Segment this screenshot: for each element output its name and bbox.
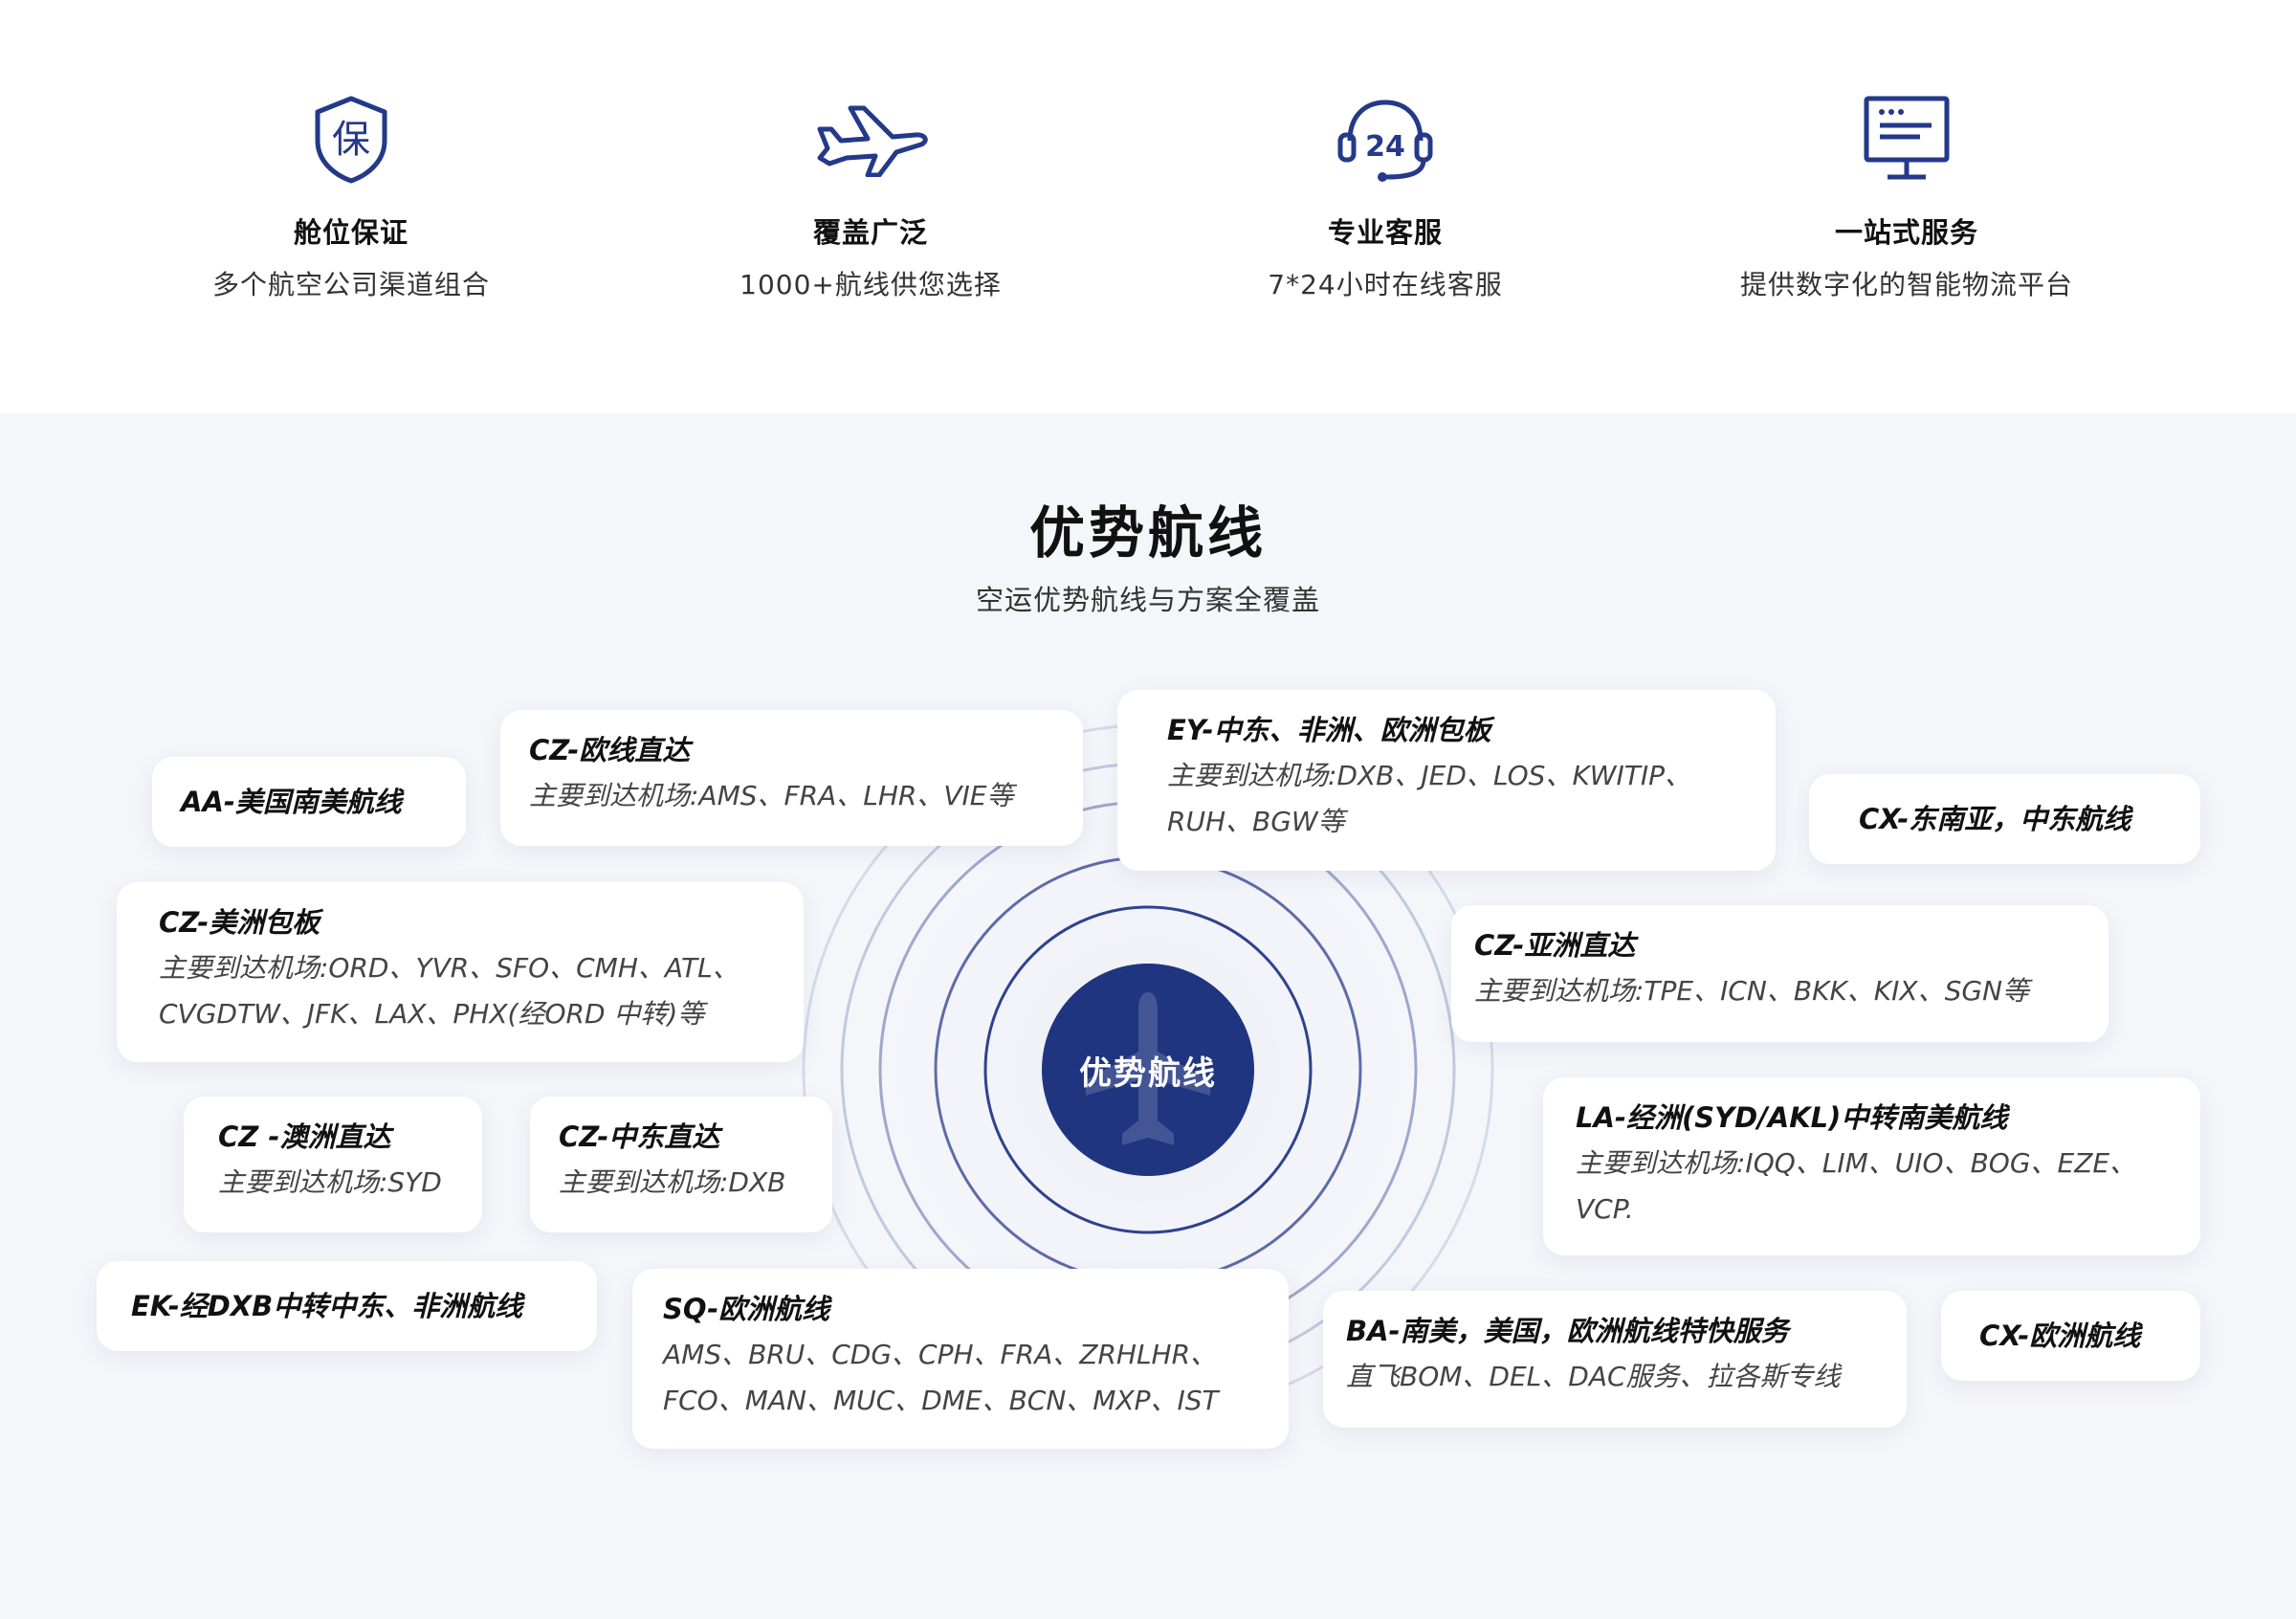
route-card-cz-asia[interactable]: CZ-亚洲直达 主要到达机场:TPE、ICN、BKK、KIX、SGN等: [1451, 905, 2108, 1042]
route-card-ba[interactable]: BA-南美，美国，欧洲航线特快服务 直飞BOM、DEL、DAC服务、拉各斯专线: [1323, 1291, 1907, 1428]
route-title: CZ-中东直达: [559, 1120, 720, 1153]
route-card-cz-europe[interactable]: CZ-欧线直达 主要到达机场:AMS、FRA、LHR、VIE等: [500, 710, 1083, 846]
section-subtitle: 空运优势航线与方案全覆盖: [975, 584, 1320, 616]
feature-seat-guarantee: 保 舱位保证 多个航空公司渠道组合: [131, 86, 571, 302]
route-title: CX-东南亚，中东航线: [1859, 803, 2131, 835]
route-desc: 主要到达机场:IQQ、LIM、UIO、BOG、EZE、VCP.: [1576, 1147, 2137, 1225]
route-title: AA-美国南美航线: [181, 786, 402, 818]
route-desc: 主要到达机场:DXB、JED、LOS、KWITIP、RUH、BGW等: [1167, 760, 1691, 837]
route-title: CZ-亚洲直达: [1474, 929, 1636, 962]
route-title: EK-经DXB中转中东、非洲航线: [131, 1290, 523, 1322]
route-desc: 主要到达机场:TPE、ICN、BKK、KIX、SGN等: [1474, 975, 2030, 1007]
route-desc: AMS、BRU、CDG、CPH、FRA、ZRHLHR、FCO、MAN、MUC、D…: [663, 1339, 1219, 1416]
feature-one-stop: 一站式服务 提供数字化的智能物流平台: [1687, 86, 2127, 302]
route-title: EY-中东、非洲、欧洲包板: [1167, 714, 1491, 746]
route-title: SQ-欧洲航线: [663, 1293, 830, 1325]
hub-label: 优势航线: [1079, 1053, 1217, 1093]
shield-bao-icon: 保: [284, 86, 418, 191]
section-title: 优势航线: [1028, 500, 1267, 566]
feature-coverage: 覆盖广泛 1000+航线供您选择: [651, 86, 1091, 302]
svg-text:保: 保: [332, 118, 370, 162]
route-title: CX-欧洲航线: [1979, 1320, 2141, 1352]
route-card-aa[interactable]: AA-美国南美航线: [152, 757, 466, 847]
route-title: BA-南美，美国，欧洲航线特快服务: [1346, 1315, 1789, 1347]
feature-desc: 7*24小时在线客服: [1268, 269, 1503, 300]
airplane-icon: [804, 86, 938, 191]
feature-desc: 1000+航线供您选择: [740, 269, 1002, 300]
route-card-la[interactable]: LA-经洲(SYD/AKL)中转南美航线 主要到达机场:IQQ、LIM、UIO、…: [1543, 1077, 2200, 1255]
route-desc: 主要到达机场:AMS、FRA、LHR、VIE等: [529, 780, 1014, 811]
hub-circle: 优势航线: [1042, 964, 1254, 1176]
route-desc: 主要到达机场:DXB: [559, 1166, 786, 1198]
svg-text:24: 24: [1365, 130, 1405, 164]
feature-title: 专业客服: [1327, 216, 1443, 249]
feature-customer-service: 24 专业客服 7*24小时在线客服: [1165, 86, 1605, 302]
route-card-cz-australia[interactable]: CZ -澳洲直达 主要到达机场:SYD: [184, 1097, 482, 1232]
route-card-cx-europe[interactable]: CX-欧洲航线: [1941, 1291, 2200, 1381]
route-desc: 主要到达机场:ORD、YVR、SFO、CMH、ATL、CVGDTW、JFK、LA…: [159, 952, 740, 1030]
route-title: CZ-欧线直达: [529, 734, 691, 766]
route-title: CZ-美洲包板: [159, 906, 320, 939]
feature-desc: 多个航空公司渠道组合: [211, 269, 490, 300]
route-card-cz-middle-east[interactable]: CZ-中东直达 主要到达机场:DXB: [530, 1097, 832, 1232]
feature-desc: 提供数字化的智能物流平台: [1739, 269, 2073, 300]
route-title: LA-经洲(SYD/AKL)中转南美航线: [1576, 1101, 2008, 1134]
monitor-icon: [1840, 86, 1974, 191]
feature-title: 舱位保证: [293, 216, 408, 249]
route-card-cz-americas[interactable]: CZ-美洲包板 主要到达机场:ORD、YVR、SFO、CMH、ATL、CVGDT…: [117, 882, 804, 1062]
feature-title: 覆盖广泛: [812, 216, 928, 249]
headset-24-icon: 24: [1318, 86, 1452, 191]
feature-title: 一站式服务: [1834, 216, 1978, 249]
route-card-sq[interactable]: SQ-欧洲航线 AMS、BRU、CDG、CPH、FRA、ZRHLHR、FCO、M…: [632, 1269, 1289, 1449]
route-card-cx-sea[interactable]: CX-东南亚，中东航线: [1809, 774, 2200, 864]
route-card-ey[interactable]: EY-中东、非洲、欧洲包板 主要到达机场:DXB、JED、LOS、KWITIP、…: [1117, 690, 1776, 871]
route-desc: 主要到达机场:SYD: [218, 1166, 442, 1198]
route-desc: 直飞BOM、DEL、DAC服务、拉各斯专线: [1346, 1361, 1841, 1392]
route-title: CZ -澳洲直达: [218, 1120, 391, 1153]
features-band: 保 舱位保证 多个航空公司渠道组合 覆盖广泛 1000+航线供您选择 24 专业…: [0, 0, 2296, 413]
route-card-ek[interactable]: EK-经DXB中转中东、非洲航线: [97, 1261, 597, 1351]
